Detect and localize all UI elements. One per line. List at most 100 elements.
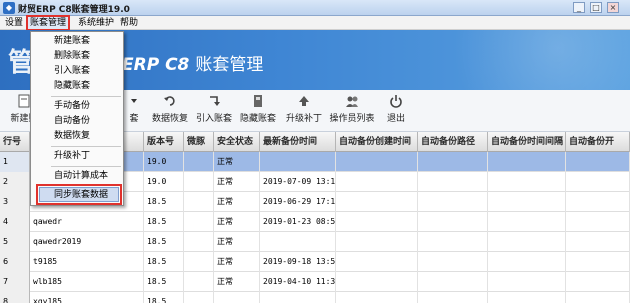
- table-cell: [488, 272, 566, 292]
- column-header[interactable]: 行号: [0, 132, 30, 152]
- title-bar: ◆ 财贸ERP C8账套管理19.0 _ □ ×: [0, 0, 630, 16]
- table-cell: 2019-07-09 13:13: [260, 172, 336, 192]
- users-icon: [346, 96, 358, 107]
- hide-icon: [254, 95, 262, 107]
- column-header[interactable]: 版本号: [144, 132, 184, 152]
- menu-separator: [51, 146, 121, 147]
- column-header[interactable]: 自动备份时间间隔: [488, 132, 566, 152]
- table-row[interactable]: 7 wlb185 18.5 正常 2019-04-10 11:36: [0, 272, 630, 292]
- toolbar-label: 操作员列表: [329, 114, 375, 124]
- account-set-menu-dropdown: 新建账套 删除账套 引入账套 隐藏账套 手动备份 自动备份 数据恢复 升级补丁 …: [30, 31, 124, 206]
- table-cell: [184, 272, 214, 292]
- minimize-button[interactable]: _: [573, 2, 585, 13]
- maximize-button[interactable]: □: [590, 2, 602, 13]
- table-row[interactable]: 4 qawedr 18.5 正常 2019-01-23 08:55: [0, 212, 630, 232]
- operator-list-button[interactable]: 操作员列表: [326, 92, 378, 130]
- table-cell: [488, 192, 566, 212]
- menu-help[interactable]: 帮助: [120, 16, 138, 30]
- toolbar-label: 隐藏账套: [239, 114, 276, 124]
- table-cell: [418, 192, 488, 212]
- table-cell: 2019-01-23 08:55: [260, 212, 336, 232]
- table-cell: [488, 252, 566, 272]
- table-cell: xgy185: [30, 292, 144, 303]
- table-cell: [184, 172, 214, 192]
- exit-button[interactable]: 退出: [372, 92, 420, 130]
- toolbar-label: 套: [129, 114, 139, 124]
- menu-item-new-account-set[interactable]: 新建账套: [31, 34, 123, 49]
- menu-account-set-management[interactable]: 账套管理: [25, 15, 71, 31]
- table-cell: 7: [0, 272, 30, 292]
- column-header[interactable]: 微豚: [184, 132, 214, 152]
- upgrade-icon: [299, 96, 309, 106]
- table-cell: 18.5: [144, 232, 184, 252]
- column-header[interactable]: 自动备份路径: [418, 132, 488, 152]
- hide-account-set-button[interactable]: 隐藏账套: [234, 92, 282, 130]
- import-icon: [210, 96, 220, 106]
- window-title: 财贸ERP C8账套管理19.0: [18, 5, 130, 15]
- table-cell: [260, 292, 336, 303]
- table-cell: 3: [0, 192, 30, 212]
- table-cell: 4: [0, 212, 30, 232]
- table-cell: [566, 212, 630, 232]
- column-header[interactable]: 安全状态: [214, 132, 260, 152]
- menu-item-hide-account-set[interactable]: 隐藏账套: [31, 79, 123, 94]
- table-cell: 18.5: [144, 252, 184, 272]
- toolbar-label: 数据恢复: [151, 114, 188, 124]
- menu-item-data-restore[interactable]: 数据恢复: [31, 129, 123, 144]
- table-cell: [488, 172, 566, 192]
- table-cell: 18.5: [144, 212, 184, 232]
- menu-system-maintenance[interactable]: 系统维护: [78, 16, 114, 30]
- table-cell: [336, 292, 418, 303]
- table-cell: 18.5: [144, 192, 184, 212]
- table-cell: [418, 172, 488, 192]
- menu-item-sync-account-set-data[interactable]: 同步账套数据: [36, 184, 122, 205]
- table-cell: 2019-04-10 11:36: [260, 272, 336, 292]
- table-cell: [488, 212, 566, 232]
- table-cell: [566, 152, 630, 172]
- restore-icon: [164, 96, 175, 106]
- menu-settings[interactable]: 设置: [5, 16, 23, 30]
- menu-item-delete-account-set[interactable]: 删除账套: [31, 49, 123, 64]
- table-cell: qawedr2019: [30, 232, 144, 252]
- table-cell: [184, 152, 214, 172]
- table-cell: [336, 152, 418, 172]
- menu-item-manual-backup[interactable]: 手动备份: [31, 99, 123, 114]
- column-header[interactable]: 自动备份创建时间: [336, 132, 418, 152]
- table-cell: 18.5: [144, 292, 184, 303]
- table-cell: [184, 292, 214, 303]
- menu-item-auto-calc-cost[interactable]: 自动计算成本: [31, 169, 123, 184]
- table-cell: [418, 252, 488, 272]
- table-cell: 2: [0, 172, 30, 192]
- table-cell: [418, 212, 488, 232]
- table-cell: t9185: [30, 252, 144, 272]
- table-cell: [566, 172, 630, 192]
- restore-data-button[interactable]: 数据恢复: [146, 92, 194, 130]
- menu-item-auto-backup[interactable]: 自动备份: [31, 114, 123, 129]
- import-account-set-button[interactable]: 引入账套: [190, 92, 238, 130]
- new-icon: [18, 94, 30, 108]
- table-cell: [336, 252, 418, 272]
- banner-title-en: ERP C8: [122, 55, 190, 75]
- table-row[interactable]: 5 qawedr2019 18.5 正常: [0, 232, 630, 252]
- table-cell: [184, 192, 214, 212]
- banner-title-cn: 账套管理: [195, 55, 264, 75]
- table-row[interactable]: 8 xgy185 18.5: [0, 292, 630, 303]
- upgrade-patch-button[interactable]: 升级补丁: [280, 92, 328, 130]
- column-header[interactable]: 最新备份时间: [260, 132, 336, 152]
- power-icon: [390, 95, 402, 108]
- table-cell: 18.5: [144, 272, 184, 292]
- table-cell: [566, 252, 630, 272]
- table-cell: [418, 292, 488, 303]
- banner-decoration: [390, 30, 630, 90]
- toolbar-label: 升级补丁: [285, 114, 322, 124]
- column-header[interactable]: 自动备份开: [566, 132, 630, 152]
- table-cell: [566, 292, 630, 303]
- table-cell: [566, 272, 630, 292]
- table-cell: 正常: [214, 232, 260, 252]
- table-row[interactable]: 6 t9185 18.5 正常 2019-09-18 13:50: [0, 252, 630, 272]
- close-button[interactable]: ×: [607, 2, 619, 13]
- menu-item-upgrade-patch[interactable]: 升级补丁: [31, 149, 123, 164]
- table-cell: [336, 232, 418, 252]
- menu-item-import-account-set[interactable]: 引入账套: [31, 64, 123, 79]
- table-cell: [418, 232, 488, 252]
